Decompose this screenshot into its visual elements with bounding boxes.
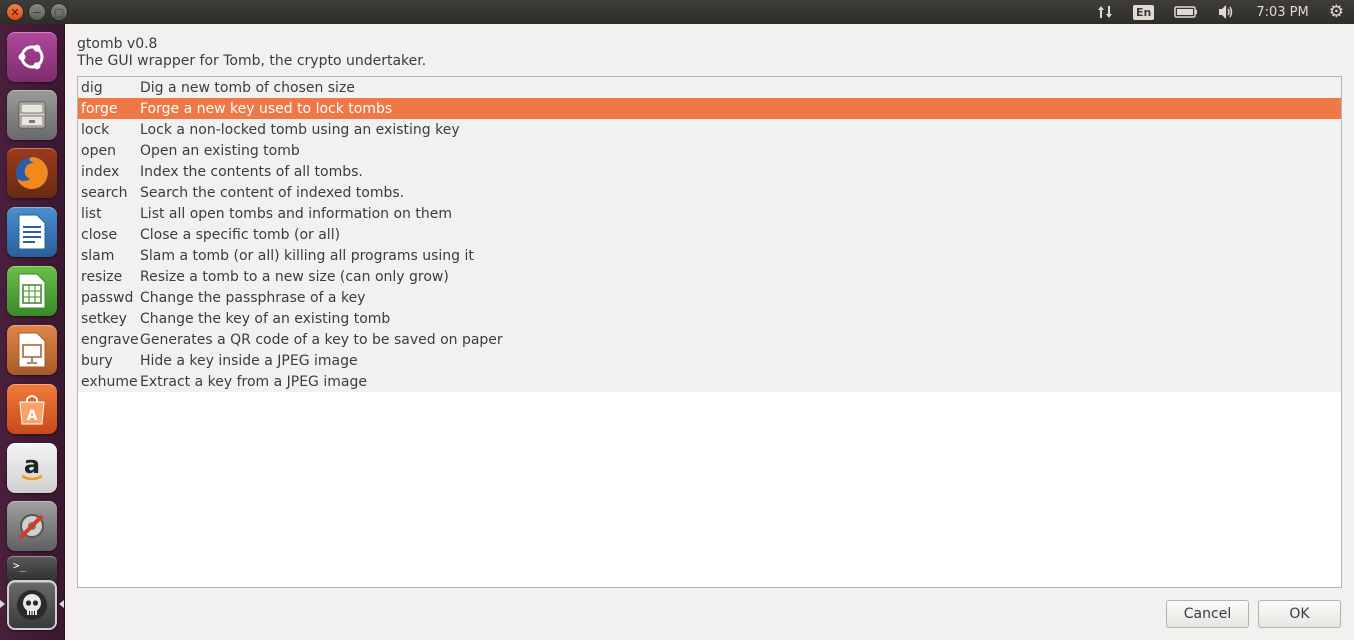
list-item[interactable]: exhume Extract a key from a JPEG image <box>78 371 1341 392</box>
volume-indicator[interactable] <box>1208 0 1246 24</box>
running-app-indicator <box>0 600 5 608</box>
close-window-button[interactable]: ✕ <box>6 3 24 21</box>
file-cabinet-icon <box>18 101 46 129</box>
command-name: resize <box>81 268 123 285</box>
command-description: Close a specific tomb (or all) <box>140 226 341 243</box>
battery-indicator[interactable] <box>1164 0 1208 24</box>
clock[interactable]: 7:03 PM <box>1246 0 1318 24</box>
list-item[interactable]: open Open an existing tomb <box>78 140 1341 161</box>
keyboard-layout-label: En <box>1133 4 1155 20</box>
amazon-logo-icon: a <box>21 451 43 481</box>
launcher-firefox[interactable] <box>7 148 57 198</box>
terminal-prompt-icon: >_ <box>13 559 27 572</box>
command-name: passwd <box>81 289 134 306</box>
system-tray: En 7:03 PM ⚙ <box>1087 0 1354 24</box>
command-description: Dig a new tomb of chosen size <box>140 79 355 96</box>
launcher-amazon[interactable]: a <box>7 443 57 493</box>
network-updown-icon <box>1098 6 1112 18</box>
command-name: forge <box>81 100 118 117</box>
command-list[interactable]: dig Dig a new tomb of chosen size forge … <box>77 76 1342 588</box>
command-name: lock <box>81 121 110 138</box>
list-item[interactable]: engrave Generates a QR code of a key to … <box>78 329 1341 350</box>
writer-document-icon <box>18 214 46 250</box>
command-name: bury <box>81 352 113 369</box>
cancel-button[interactable]: Cancel <box>1166 600 1249 628</box>
settings-tools-icon <box>18 514 44 540</box>
command-description: Change the passphrase of a key <box>140 289 366 306</box>
launcher-software-center[interactable]: A <box>7 384 57 434</box>
list-item[interactable]: index Index the contents of all tombs. <box>78 161 1341 182</box>
impress-presentation-icon <box>18 332 46 368</box>
list-item[interactable]: lock Lock a non-locked tomb using an exi… <box>78 119 1341 140</box>
command-name: search <box>81 184 128 201</box>
command-name: engrave <box>81 331 139 348</box>
command-description: Lock a non-locked tomb using an existing… <box>140 121 460 138</box>
window-controls: ✕ − □ <box>0 3 68 21</box>
shopping-bag-icon: A <box>19 395 45 425</box>
network-indicator[interactable] <box>1087 0 1123 24</box>
command-description: List all open tombs and information on t… <box>140 205 452 222</box>
maximize-icon: □ <box>53 5 65 19</box>
command-name: close <box>81 226 118 243</box>
list-item[interactable]: list List all open tombs and information… <box>78 203 1341 224</box>
command-name: exhume <box>81 373 138 390</box>
top-panel: ✕ − □ En 7:03 PM ⚙ <box>0 0 1354 24</box>
list-item[interactable]: setkey Change the key of an existing tom… <box>78 308 1341 329</box>
command-name: list <box>81 205 102 222</box>
command-name: slam <box>81 247 115 264</box>
close-icon: ✕ <box>10 5 20 19</box>
command-name: dig <box>81 79 103 96</box>
list-item[interactable]: resize Resize a tomb to a new size (can … <box>78 266 1341 287</box>
dialog-title: gtomb v0.8 <box>77 36 158 52</box>
keyboard-layout-indicator[interactable]: En <box>1123 0 1164 24</box>
command-description: Resize a tomb to a new size (can only gr… <box>140 268 449 285</box>
command-description: Hide a key inside a JPEG image <box>140 352 358 369</box>
active-app-indicator <box>59 600 64 608</box>
launcher-system-settings[interactable] <box>7 501 57 551</box>
skull-icon <box>17 590 47 620</box>
gear-icon: ⚙ <box>1328 2 1344 22</box>
command-description: Search the content of indexed tombs. <box>140 184 405 201</box>
command-description: Change the key of an existing tomb <box>140 310 391 327</box>
list-item[interactable]: close Close a specific tomb (or all) <box>78 224 1341 245</box>
minimize-window-button[interactable]: − <box>28 3 46 21</box>
list-item[interactable]: dig Dig a new tomb of chosen size <box>78 77 1341 98</box>
command-description: Forge a new key used to lock tombs <box>140 100 393 117</box>
volume-icon <box>1219 5 1233 19</box>
svg-text:a: a <box>24 451 40 479</box>
list-item[interactable]: slam Slam a tomb (or all) killing all pr… <box>78 245 1341 266</box>
command-description: Index the contents of all tombs. <box>140 163 363 180</box>
command-description: Slam a tomb (or all) killing all program… <box>140 247 474 264</box>
firefox-icon <box>16 157 48 189</box>
maximize-window-button[interactable]: □ <box>50 3 68 21</box>
svg-text:A: A <box>27 408 38 424</box>
launcher-libreoffice-impress[interactable] <box>7 325 57 375</box>
calc-spreadsheet-icon <box>18 273 46 309</box>
command-name: open <box>81 142 116 159</box>
minimize-icon: − <box>32 5 42 19</box>
command-description: Open an existing tomb <box>140 142 300 159</box>
ubuntu-logo-icon <box>18 44 44 70</box>
launcher-gtomb[interactable] <box>7 580 57 630</box>
list-item[interactable]: bury Hide a key inside a JPEG image <box>78 350 1341 371</box>
launcher-libreoffice-calc[interactable] <box>7 266 57 316</box>
command-name: index <box>81 163 120 180</box>
launcher: A a >_ <box>0 24 65 640</box>
list-item[interactable]: search Search the content of indexed tom… <box>78 182 1341 203</box>
command-description: Generates a QR code of a key to be saved… <box>140 331 503 348</box>
gtomb-dialog: gtomb v0.8 The GUI wrapper for Tomb, the… <box>65 24 1354 640</box>
list-item-selected[interactable]: forge Forge a new key used to lock tombs <box>78 98 1341 119</box>
launcher-libreoffice-writer[interactable] <box>7 207 57 257</box>
launcher-ubuntu-dash[interactable] <box>7 32 57 82</box>
session-menu[interactable]: ⚙ <box>1319 0 1354 24</box>
list-item[interactable]: passwd Change the passphrase of a key <box>78 287 1341 308</box>
command-description: Extract a key from a JPEG image <box>140 373 367 390</box>
battery-icon <box>1174 6 1198 18</box>
launcher-files[interactable] <box>7 90 57 140</box>
command-name: setkey <box>81 310 127 327</box>
dialog-subtitle: The GUI wrapper for Tomb, the crypto und… <box>77 53 427 69</box>
ok-button[interactable]: OK <box>1258 600 1341 628</box>
